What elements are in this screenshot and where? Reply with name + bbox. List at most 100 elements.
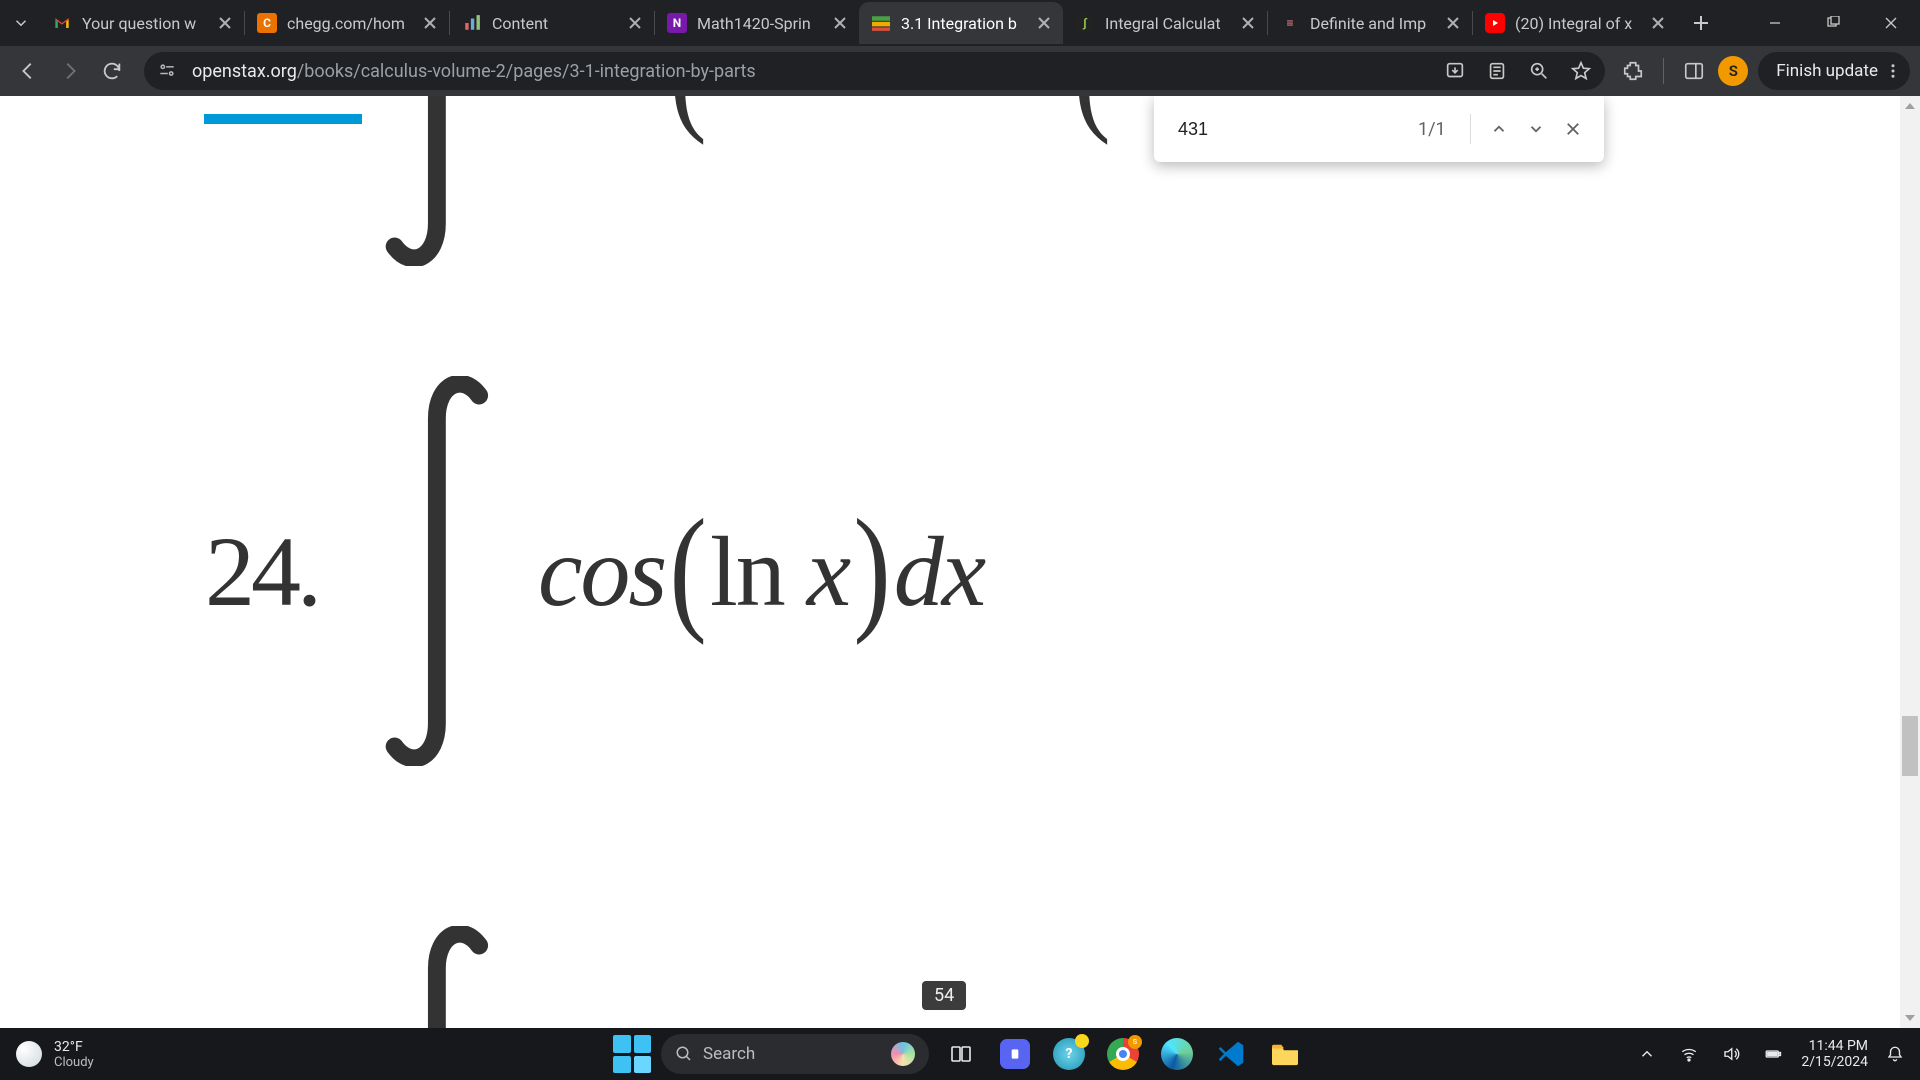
tab-chegg[interactable]: C chegg.com/hom	[245, 2, 449, 44]
update-label: Finish update	[1776, 61, 1878, 81]
site-settings-icon[interactable]	[156, 60, 178, 82]
tab-definite[interactable]: ≡ Definite and Imp	[1268, 2, 1472, 44]
inner-op: ln	[710, 514, 784, 629]
chrome-button[interactable]: s	[1101, 1032, 1145, 1076]
tips-app-button[interactable]: ?	[1047, 1032, 1091, 1076]
system-tray: 11:44 PM 2/15/2024	[1633, 1038, 1920, 1070]
start-button[interactable]	[613, 1035, 651, 1073]
close-icon[interactable]	[626, 14, 644, 32]
extensions-icon[interactable]	[1619, 57, 1647, 85]
close-icon[interactable]	[1444, 14, 1462, 32]
forward-button[interactable]	[52, 53, 88, 89]
taskbar-center: Search ? s	[613, 1028, 1307, 1080]
taskbar-search[interactable]: Search	[661, 1034, 929, 1074]
tab-title: Integral Calculat	[1105, 14, 1229, 33]
update-button[interactable]: Finish update	[1758, 52, 1910, 90]
find-next-button[interactable]	[1522, 109, 1551, 149]
scroll-up-button[interactable]	[1900, 96, 1920, 116]
search-icon	[675, 1045, 693, 1063]
taskbar-weather[interactable]: 32°F Cloudy	[0, 1039, 94, 1070]
integral-sign-icon	[378, 376, 538, 766]
scroll-down-button[interactable]	[1900, 1008, 1920, 1028]
openstax-icon	[871, 13, 891, 33]
browser-toolbar: openstax.org/books/calculus-volume-2/pag…	[0, 46, 1920, 96]
tab-title: (20) Integral of x	[1515, 14, 1639, 33]
tab-youtube[interactable]: (20) Integral of x	[1473, 2, 1677, 44]
bookmark-star-icon[interactable]	[1567, 57, 1595, 85]
address-bar[interactable]: openstax.org/books/calculus-volume-2/pag…	[144, 52, 1605, 90]
scrollbar-thumb[interactable]	[1902, 716, 1918, 776]
problem-number: 24.	[205, 514, 318, 629]
clock-time: 11:44 PM	[1801, 1038, 1868, 1054]
close-icon[interactable]	[1239, 14, 1257, 32]
wifi-icon[interactable]	[1675, 1040, 1703, 1068]
profile-avatar[interactable]: S	[1718, 56, 1748, 86]
volume-icon[interactable]	[1717, 1040, 1745, 1068]
inner-var: x	[784, 514, 849, 629]
clock-date: 2/15/2024	[1801, 1054, 1868, 1070]
task-view-button[interactable]	[939, 1032, 983, 1076]
integral-sign-icon	[378, 926, 538, 1028]
close-icon[interactable]	[1649, 14, 1667, 32]
notifications-icon[interactable]	[1882, 1041, 1908, 1067]
close-icon[interactable]	[216, 14, 234, 32]
url-path: /books/calculus-volume-2/pages/3-1-integ…	[297, 61, 756, 82]
youtube-icon	[1485, 13, 1505, 33]
find-close-button[interactable]	[1559, 109, 1588, 149]
tray-expand-icon[interactable]	[1633, 1040, 1661, 1068]
chat-app-button[interactable]	[993, 1032, 1037, 1076]
reload-button[interactable]	[94, 53, 130, 89]
chart-icon	[462, 13, 482, 33]
taskbar-clock[interactable]: 11:44 PM 2/15/2024	[1801, 1038, 1868, 1070]
new-tab-button[interactable]	[1683, 5, 1719, 41]
search-placeholder: Search	[703, 1044, 755, 1064]
tab-search-button[interactable]	[6, 8, 36, 38]
equation-next: 25.	[205, 926, 538, 1028]
maximize-button[interactable]	[1804, 0, 1862, 46]
integrand: cos ( ln x ) dx	[538, 514, 984, 629]
tab-gmail[interactable]: Your question w	[40, 2, 244, 44]
window-controls	[1746, 0, 1920, 46]
side-panel-icon[interactable]	[1680, 57, 1708, 85]
site-icon: ≡	[1280, 13, 1300, 33]
tab-openstax-active[interactable]: 3.1 Integration b	[859, 2, 1063, 44]
tab-integral-calc[interactable]: ∫ Integral Calculat	[1063, 2, 1267, 44]
site-icon: ∫	[1075, 13, 1095, 33]
minimize-button[interactable]	[1746, 0, 1804, 46]
footnote-badge[interactable]: 54	[922, 981, 966, 1010]
reader-mode-icon[interactable]	[1483, 57, 1511, 85]
url-host: openstax.org	[192, 61, 297, 82]
weather-icon	[16, 1041, 42, 1067]
close-icon[interactable]	[831, 14, 849, 32]
close-icon[interactable]	[1035, 14, 1053, 32]
close-icon[interactable]	[421, 14, 439, 32]
find-prev-button[interactable]	[1484, 109, 1513, 149]
edge-button[interactable]	[1155, 1032, 1199, 1076]
weather-temp: 32°F	[54, 1039, 94, 1055]
equation-prev: 23. cos ( ln x (	[205, 96, 1114, 266]
scrollbar-track[interactable]	[1900, 116, 1920, 1028]
tab-onenote[interactable]: N Math1420-Sprin	[655, 2, 859, 44]
tab-content[interactable]: Content	[450, 2, 654, 44]
separator	[1663, 58, 1664, 84]
close-window-button[interactable]	[1862, 0, 1920, 46]
install-app-icon[interactable]	[1441, 57, 1469, 85]
weather-desc: Cloudy	[54, 1055, 94, 1070]
back-button[interactable]	[10, 53, 46, 89]
omnibox-actions	[1441, 57, 1595, 85]
find-input[interactable]	[1178, 119, 1410, 140]
differential: dx	[894, 514, 984, 629]
vscode-button[interactable]	[1209, 1032, 1253, 1076]
integral-sign-icon	[378, 96, 538, 266]
zoom-icon[interactable]	[1525, 57, 1553, 85]
toolbar-right: S Finish update	[1619, 52, 1910, 90]
tab-title: chegg.com/hom	[287, 14, 411, 33]
windows-taskbar: 32°F Cloudy Search ? s 11:44 PM 2/15/202…	[0, 1028, 1920, 1080]
explorer-button[interactable]	[1263, 1032, 1307, 1076]
tab-title: Definite and Imp	[1310, 14, 1434, 33]
tab-title: 3.1 Integration b	[901, 14, 1025, 33]
copilot-icon[interactable]	[891, 1042, 915, 1066]
tab-title: Content	[492, 14, 616, 33]
battery-icon[interactable]	[1759, 1040, 1787, 1068]
separator	[1470, 114, 1471, 144]
